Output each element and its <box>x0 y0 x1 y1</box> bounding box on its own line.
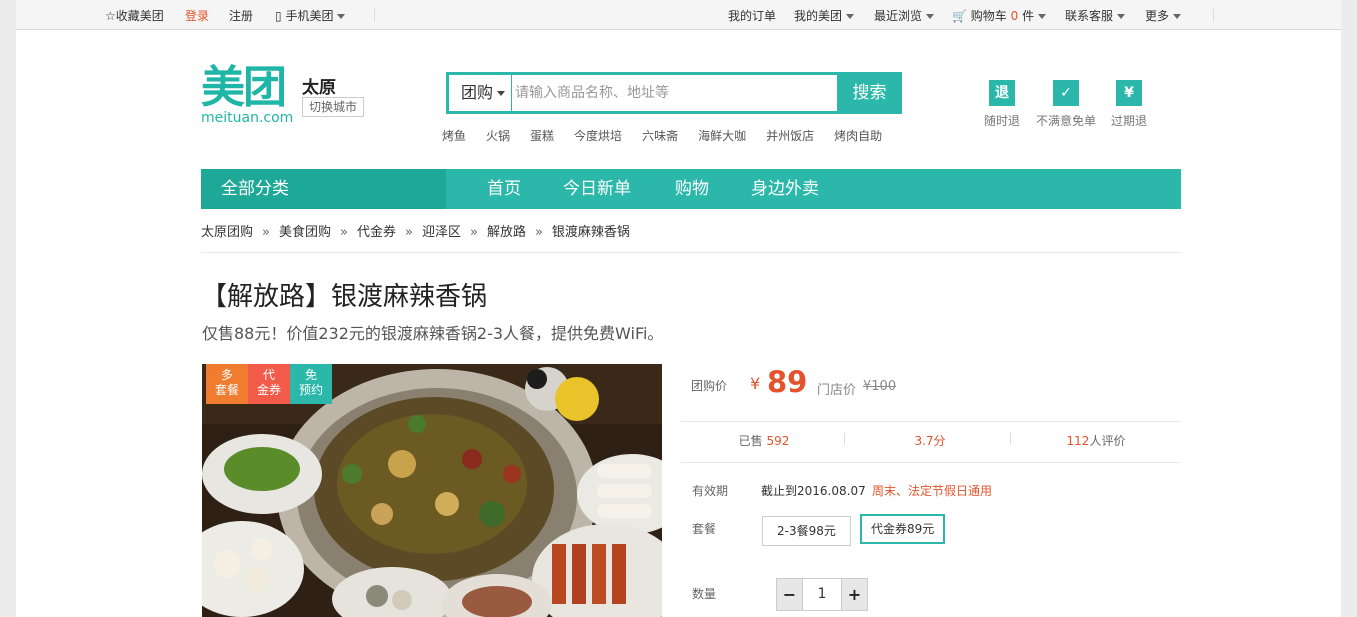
hot-keyword[interactable]: 今度烘培 <box>574 129 622 143</box>
divider <box>681 421 1181 422</box>
nav-today-new[interactable]: 今日新单 <box>563 169 631 209</box>
deal-price: 89 <box>767 365 808 399</box>
badge-no-reservation: 免 预约 <box>290 364 332 404</box>
recent-views-menu[interactable]: 最近浏览 <box>874 7 935 24</box>
deal-photo[interactable]: 多 套餐 代 金券 免 预约 <box>202 364 662 617</box>
package-option-voucher[interactable]: 代金券89元 <box>860 514 946 544</box>
promise-free-if-unsatisfied[interactable]: ✓ 不满意免单 <box>1036 80 1096 129</box>
chevron-down-icon <box>1173 14 1182 19</box>
phone-icon: ▯ <box>275 9 282 23</box>
breadcrumb-item[interactable]: 迎泽区 <box>422 225 461 240</box>
breadcrumb-item[interactable]: 解放路 <box>487 225 526 240</box>
badge-multi-package: 多 套餐 <box>206 364 248 404</box>
yen-icon: ¥ <box>1116 80 1142 106</box>
favorite-link[interactable]: ☆收藏美团 <box>105 7 164 24</box>
my-meituan-menu[interactable]: 我的美团 <box>794 7 855 24</box>
breadcrumb: 太原团购» 美食团购» 代金券» 迎泽区» 解放路» 银渡麻辣香锅 <box>201 225 630 240</box>
reviews-link[interactable]: 112人评价 <box>1013 432 1179 449</box>
chevron-down-icon <box>497 91 506 96</box>
breadcrumb-current: 银渡麻辣香锅 <box>551 225 630 240</box>
all-categories-menu[interactable]: 全部分类 <box>201 169 446 209</box>
divider <box>844 433 845 445</box>
divider <box>681 462 1181 463</box>
cart-count: 0 <box>1010 9 1019 23</box>
breadcrumb-item[interactable]: 代金券 <box>357 225 396 240</box>
sold-count: 已售 592 <box>738 434 790 448</box>
register-link[interactable]: 注册 <box>229 7 253 24</box>
quantity-decrease-button[interactable]: − <box>776 578 803 611</box>
store-price-label: 门店价 <box>817 383 857 398</box>
mobile-meituan-menu[interactable]: ▯ 手机美团 <box>275 7 346 24</box>
hot-keyword[interactable]: 并州饭店 <box>766 129 814 143</box>
search-box: 团购 搜索 <box>446 72 902 114</box>
login-link[interactable]: 登录 <box>185 7 209 24</box>
deal-subtitle: 仅售88元！价值232元的银渡麻辣香锅2-3人餐，提供免费WiFi。 <box>202 324 664 343</box>
star-icon: ☆ <box>105 9 116 23</box>
switch-city-button[interactable]: 切换城市 <box>302 97 365 117</box>
promise-expired-refund[interactable]: ¥ 过期退 <box>1111 80 1147 129</box>
chevron-down-icon <box>926 14 935 19</box>
customer-service-menu[interactable]: 联系客服 <box>1065 7 1126 24</box>
quantity-increase-button[interactable]: + <box>841 578 868 611</box>
nav-shopping[interactable]: 购物 <box>675 169 709 209</box>
quantity-input[interactable]: 1 <box>802 578 842 611</box>
nav-nearby-takeout[interactable]: 身边外卖 <box>751 169 819 209</box>
hot-keyword[interactable]: 海鲜大咖 <box>698 129 746 143</box>
hot-keywords: 烤鱼 火锅 蛋糕 今度烘培 六味斋 海鲜大咖 并州饭店 烤肉自助 <box>442 127 902 144</box>
cart-menu[interactable]: 🛒 购物车 0 件 <box>952 7 1047 24</box>
chevron-down-icon <box>1117 14 1126 19</box>
check-icon: ✓ <box>1053 80 1079 106</box>
deal-title: 【解放路】银渡麻辣香锅 <box>201 282 488 312</box>
breadcrumb-item[interactable]: 太原团购 <box>201 225 253 240</box>
more-menu[interactable]: 更多 <box>1145 7 1182 24</box>
top-bar: ☆收藏美团 登录 注册 ▯ 手机美团 我的订单 我的美团 最近浏览 🛒 购物车 … <box>16 0 1341 30</box>
validity-label: 有效期 <box>692 484 729 498</box>
divider <box>1010 433 1011 445</box>
search-type-select[interactable]: 团购 <box>449 75 512 111</box>
breadcrumb-item[interactable]: 美食团购 <box>279 225 331 240</box>
promise-refund-anytime[interactable]: 退 随时退 <box>984 80 1020 129</box>
divider <box>374 9 375 22</box>
chevron-down-icon <box>1038 14 1047 19</box>
main-nav: 全部分类 首页 今日新单 购物 身边外卖 <box>201 169 1181 209</box>
my-orders-link[interactable]: 我的订单 <box>728 7 776 24</box>
package-option-meal[interactable]: 2-3餐98元 <box>762 516 851 546</box>
current-city: 太原 <box>302 78 336 98</box>
quantity-label: 数量 <box>692 587 717 601</box>
divider <box>201 252 1181 253</box>
badge-voucher: 代 金券 <box>248 364 290 404</box>
chevron-down-icon <box>846 14 855 19</box>
currency-symbol: ¥ <box>750 374 761 393</box>
page: ☆收藏美团 登录 注册 ▯ 手机美团 我的订单 我的美团 最近浏览 🛒 购物车 … <box>16 0 1341 617</box>
search-input[interactable] <box>513 75 838 111</box>
validity-note: 周末、法定节假日通用 <box>872 484 993 498</box>
meituan-logo[interactable]: 美团 meituan.com <box>201 66 296 128</box>
validity-date: 截止到2016.08.07 <box>761 484 866 498</box>
refund-icon: 退 <box>989 80 1015 106</box>
hot-keyword[interactable]: 火锅 <box>486 129 510 143</box>
nav-home[interactable]: 首页 <box>487 169 521 209</box>
package-label: 套餐 <box>692 522 717 536</box>
hot-keyword[interactable]: 烤鱼 <box>442 129 466 143</box>
rating: 3.7分 <box>914 434 946 448</box>
chevron-down-icon <box>337 14 346 19</box>
search-button[interactable]: 搜索 <box>837 72 902 114</box>
divider <box>1213 9 1214 22</box>
price-label: 团购价 <box>691 379 728 393</box>
hot-keyword[interactable]: 烤肉自助 <box>834 129 882 143</box>
store-price: ¥100 <box>863 379 897 394</box>
cart-icon: 🛒 <box>952 9 967 23</box>
hot-keyword[interactable]: 蛋糕 <box>530 129 554 143</box>
hot-keyword[interactable]: 六味斋 <box>642 129 678 143</box>
